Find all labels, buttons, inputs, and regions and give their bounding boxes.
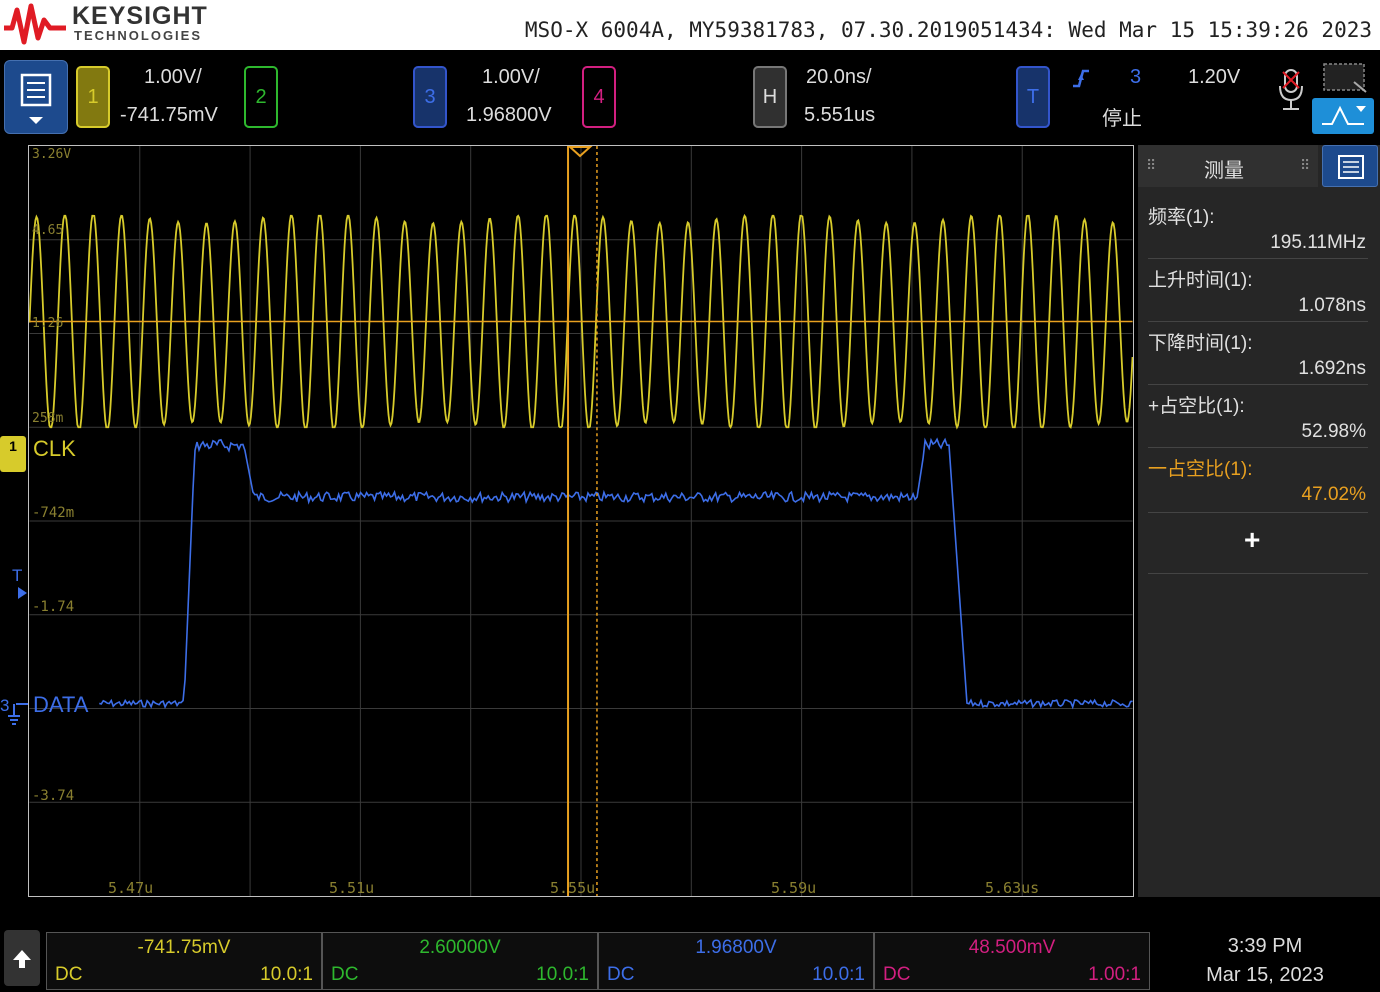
ch3-status[interactable]: 1.96800V DC 10.0:1 (598, 932, 874, 990)
trigger-level[interactable]: 1.20V (1188, 66, 1240, 89)
menu-icon (20, 73, 52, 124)
ch1-level-low: 258m (32, 411, 64, 426)
ch3-offset[interactable]: 1.96800V (466, 104, 552, 127)
ch4-status-value: 48.500mV (968, 937, 1056, 958)
time-label-3: 5.55u (550, 879, 596, 897)
time-label-4: 5.59u (771, 879, 817, 897)
ch2-status[interactable]: 2.60000V DC 10.0:1 (322, 932, 598, 990)
zoom-select-icon[interactable] (1314, 60, 1374, 96)
ch2-coupling: DC (331, 964, 359, 985)
ch3-level-1: -742m (32, 505, 75, 521)
ch1-probe: 10.0:1 (260, 964, 313, 985)
ch3-level-3: -3.74 (32, 788, 75, 804)
ch3-button[interactable]: 3 (413, 66, 447, 128)
ch1-button[interactable]: 1 (76, 66, 110, 128)
main-menu-button[interactable] (4, 60, 68, 134)
horizontal-button[interactable]: H (753, 66, 787, 128)
waveform-display[interactable] (28, 145, 1134, 897)
trigger-button[interactable]: T (1016, 66, 1050, 128)
ch1-level-top: 3.26V (32, 147, 72, 162)
list-icon (1338, 155, 1364, 179)
data-label: DATA (33, 692, 89, 717)
add-measurement-button[interactable]: + (1244, 524, 1260, 556)
brand-name: KEYSIGHT (72, 2, 208, 30)
drag-handle-icon[interactable]: ⠿ (1146, 157, 1156, 174)
up-arrow-icon (13, 950, 31, 968)
meas-pos-duty-value: 52.98% (1301, 421, 1366, 442)
meas-fall-value: 1.692ns (1298, 358, 1366, 379)
rising-edge-icon (1073, 69, 1089, 88)
horizontal-scale[interactable]: 20.0ns/ (806, 66, 872, 89)
ch3-scale[interactable]: 1.00V/ (482, 66, 540, 89)
horizontal-delay[interactable]: 5.551us (804, 104, 875, 127)
meas-pos-duty-name[interactable]: +占空比(1): (1148, 391, 1245, 418)
clk-label: CLK (33, 436, 76, 461)
meas-fall-name[interactable]: 下降时间(1): (1148, 328, 1253, 355)
meas-rise-name[interactable]: 上升时间(1): (1148, 265, 1253, 292)
keysight-logo-icon (4, 3, 66, 45)
mic-off-icon[interactable] (1274, 66, 1308, 116)
meas-freq-name[interactable]: 频率(1): (1148, 202, 1215, 229)
time-label-1: 5.47u (108, 879, 154, 897)
ch1-level-upper: 4.65 (32, 223, 64, 238)
run-status: 停止 (1102, 108, 1142, 130)
divider (1148, 512, 1368, 513)
expand-button[interactable] (4, 930, 40, 986)
trigger-position-marker[interactable] (567, 146, 593, 158)
ground-icon (8, 703, 28, 725)
divider (1148, 573, 1368, 574)
ch3-coupling: DC (607, 964, 635, 985)
ch1-offset[interactable]: -741.75mV (120, 104, 218, 127)
meas-neg-duty-name[interactable]: 一占空比(1): (1148, 454, 1253, 481)
touch-gesture-icon[interactable] (1312, 98, 1374, 134)
ch3-status-value: 1.96800V (695, 937, 777, 958)
ch4-status[interactable]: 48.500mV DC 1.00:1 (874, 932, 1150, 990)
measurement-menu-button[interactable] (1322, 145, 1378, 187)
ch1-status[interactable]: -741.75mV DC 10.0:1 (46, 932, 322, 990)
ch1-coupling: DC (55, 964, 83, 985)
ch3-level-2: -1.74 (32, 599, 75, 615)
brand-subtitle: TECHNOLOGIES (74, 28, 203, 43)
ch2-probe: 10.0:1 (536, 964, 589, 985)
divider (1148, 258, 1368, 259)
meas-freq-value: 195.11MHz (1270, 232, 1366, 253)
ch2-button[interactable]: 2 (244, 66, 278, 128)
drag-handle-right-icon[interactable]: ⠿ (1300, 157, 1310, 174)
ch3-probe: 10.0:1 (812, 964, 865, 985)
control-bar (0, 50, 1380, 142)
divider (1148, 447, 1368, 448)
trigger-level-marker[interactable]: T (12, 566, 22, 586)
ch2-status-value: 2.60000V (419, 937, 501, 958)
divider (1148, 384, 1368, 385)
meas-rise-value: 1.078ns (1298, 295, 1366, 316)
ch4-probe: 1.00:1 (1088, 964, 1141, 985)
ch1-scale[interactable]: 1.00V/ (144, 66, 202, 89)
meas-neg-duty-value: 47.02% (1301, 484, 1366, 505)
ch4-button[interactable]: 4 (582, 66, 616, 128)
measurement-title: 测量 (1204, 160, 1244, 182)
divider (1148, 321, 1368, 322)
time-label-2: 5.51u (329, 879, 375, 897)
instrument-info: MSO-X 6004A, MY59381783, 07.30.201905143… (524, 18, 1372, 42)
ch1-marker-label: 1 (9, 438, 17, 454)
trigger-arrow-icon (18, 587, 27, 599)
ch1-status-value: -741.75mV (137, 937, 231, 958)
ch1-ground-marker[interactable]: 1 (0, 436, 26, 472)
clock-date: Mar 15, 2023 (1206, 964, 1324, 986)
trigger-source[interactable]: 3 (1130, 66, 1141, 89)
ch4-coupling: DC (883, 964, 911, 985)
clock-time: 3:39 PM (1227, 935, 1303, 957)
time-label-5: 5.63us (985, 879, 1040, 897)
ch1-level-mid: 1.26 (32, 316, 64, 331)
ch3-waveform (99, 437, 1133, 710)
